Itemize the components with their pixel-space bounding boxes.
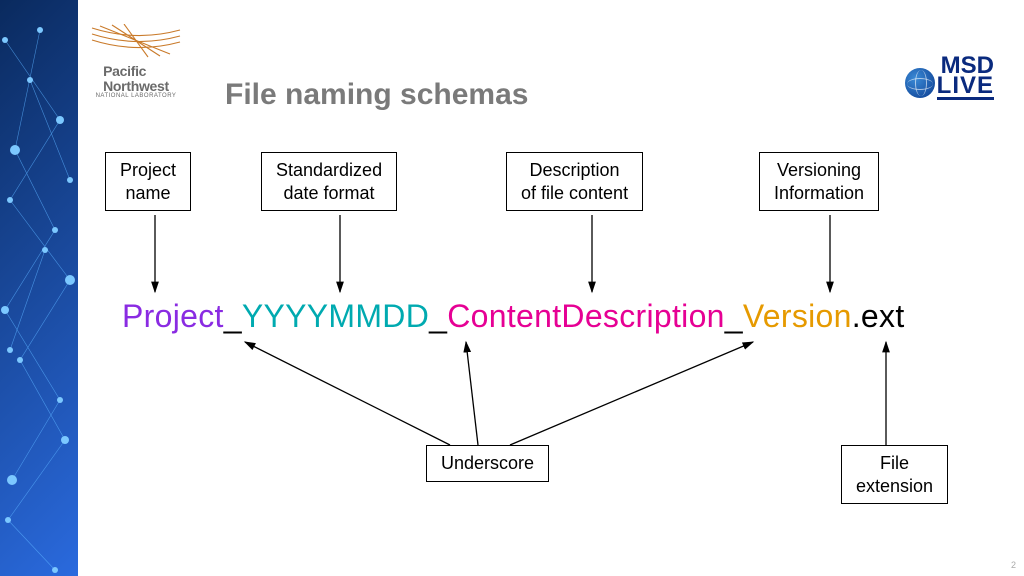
page-title: File naming schemas — [225, 78, 528, 112]
segment-version: Version — [743, 298, 852, 334]
pnnl-logo: Pacific Northwest NATIONAL LABORATORY — [90, 24, 182, 99]
segment-underscore-2: _ — [429, 298, 447, 334]
msd-bot: LIVE — [937, 76, 994, 99]
box-date: Standardized date format — [261, 152, 397, 211]
segment-ext: .ext — [852, 298, 905, 334]
pnnl-text-2: Northwest — [103, 79, 169, 94]
decorative-sidebar — [0, 0, 78, 576]
pnnl-text-1: Pacific — [103, 64, 169, 79]
segment-underscore-1: _ — [224, 298, 242, 334]
box-underscore: Underscore — [426, 445, 549, 482]
segment-underscore-3: _ — [725, 298, 743, 334]
pnnl-sub: NATIONAL LABORATORY — [96, 93, 177, 99]
filename-pattern: Project_YYYYMMDD_ContentDescription_Vers… — [122, 298, 905, 335]
box-description: Description of file content — [506, 152, 643, 211]
box-version: Versioning Information — [759, 152, 879, 211]
segment-project: Project — [122, 298, 224, 334]
segment-date: YYYYMMDD — [242, 298, 429, 334]
box-project: Project name — [105, 152, 191, 211]
box-extension: File extension — [841, 445, 948, 504]
globe-icon — [905, 68, 935, 98]
segment-content: ContentDescription — [447, 298, 725, 334]
pnnl-swoosh-icon — [90, 24, 182, 60]
msd-live-logo: MSD LIVE — [905, 56, 994, 100]
page-number: 2 — [1011, 560, 1016, 570]
